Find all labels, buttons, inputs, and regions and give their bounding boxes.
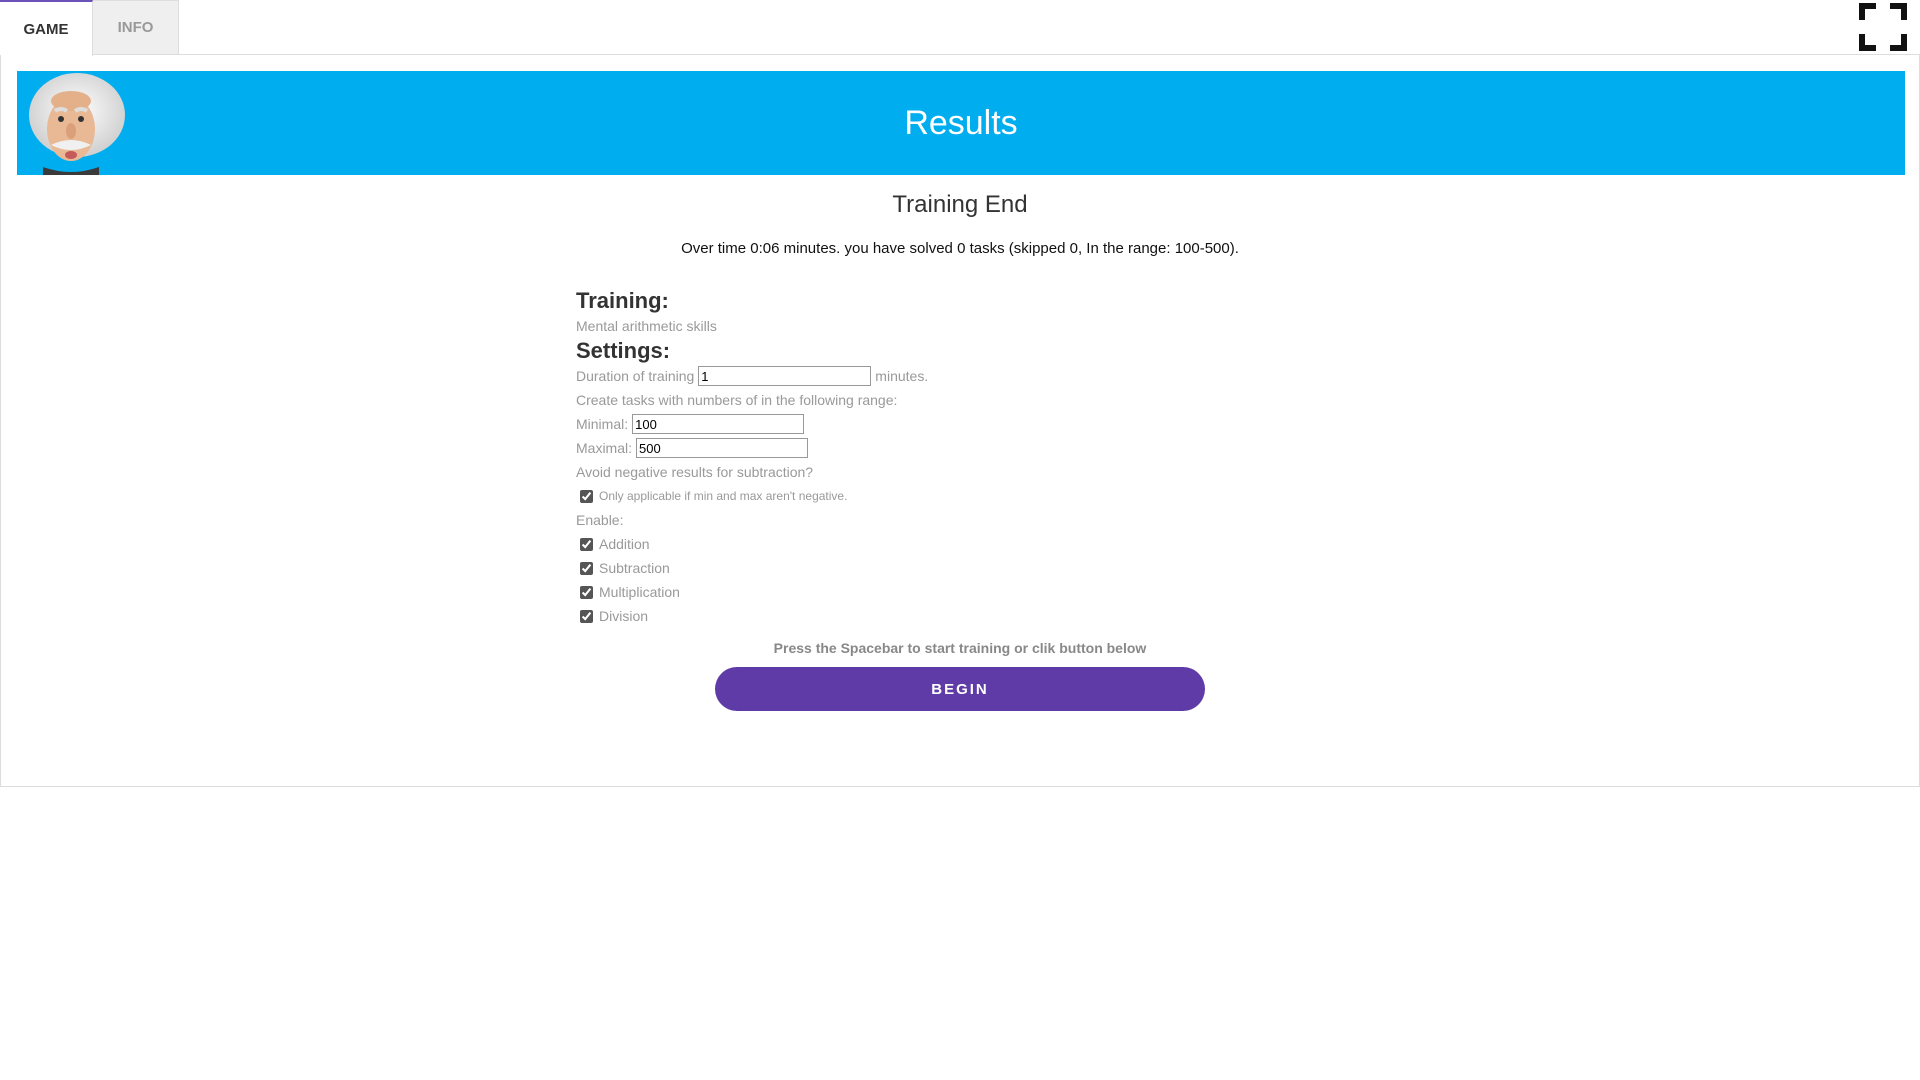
duration-row: Duration of training minutes. (576, 364, 1276, 388)
tab-game[interactable]: GAME (0, 0, 93, 56)
max-label: Maximal: (576, 440, 633, 456)
result-title: Training End (892, 191, 1028, 218)
tab-bar: GAME INFO (0, 0, 1920, 56)
page-title: Results (904, 103, 1018, 142)
range-label: Create tasks with numbers of in the foll… (576, 392, 898, 408)
op-addition-row: Addition (576, 532, 1276, 556)
division-checkbox[interactable] (580, 609, 593, 623)
tab-info[interactable]: INFO (93, 0, 179, 55)
division-label: Division (599, 608, 649, 624)
einstein-avatar (21, 71, 129, 175)
begin-button[interactable]: BEGIN (715, 667, 1205, 711)
multiplication-checkbox[interactable] (580, 585, 593, 599)
settings-form: Training: Mental arithmetic skills Setti… (576, 288, 1276, 628)
duration-input[interactable] (698, 366, 872, 386)
addition-checkbox[interactable] (580, 537, 593, 551)
avoid-negative-label: Avoid negative results for subtraction? (576, 464, 814, 480)
settings-heading: Settings: (576, 338, 671, 363)
avoid-negative-row: Only applicable if min and max aren't ne… (576, 484, 1276, 508)
duration-label: Duration of training (576, 368, 695, 384)
addition-label: Addition (599, 536, 650, 552)
results-header: Results (17, 71, 1905, 175)
training-name: Mental arithmetic skills (576, 318, 717, 334)
subtraction-checkbox[interactable] (580, 561, 593, 575)
training-heading: Training: (576, 288, 669, 313)
min-row: Minimal: (576, 412, 1276, 436)
multiplication-label: Multiplication (599, 584, 680, 600)
fullscreen-icon[interactable] (1858, 2, 1908, 52)
start-prompt: Press the Spacebar to start training or … (773, 640, 1147, 656)
avoid-negative-note: Only applicable if min and max aren't ne… (599, 489, 848, 503)
result-summary: Over time 0:06 minutes. you have solved … (681, 240, 1239, 257)
max-row: Maximal: (576, 436, 1276, 460)
min-input[interactable] (632, 414, 805, 434)
duration-unit: minutes. (875, 368, 929, 384)
op-multiplication-row: Multiplication (576, 580, 1276, 604)
max-input[interactable] (636, 438, 809, 458)
op-subtraction-row: Subtraction (576, 556, 1276, 580)
subtraction-label: Subtraction (599, 560, 670, 576)
avoid-negative-checkbox[interactable] (580, 489, 593, 503)
min-label: Minimal: (576, 416, 629, 432)
enable-label: Enable: (576, 512, 624, 528)
op-division-row: Division (576, 604, 1276, 628)
